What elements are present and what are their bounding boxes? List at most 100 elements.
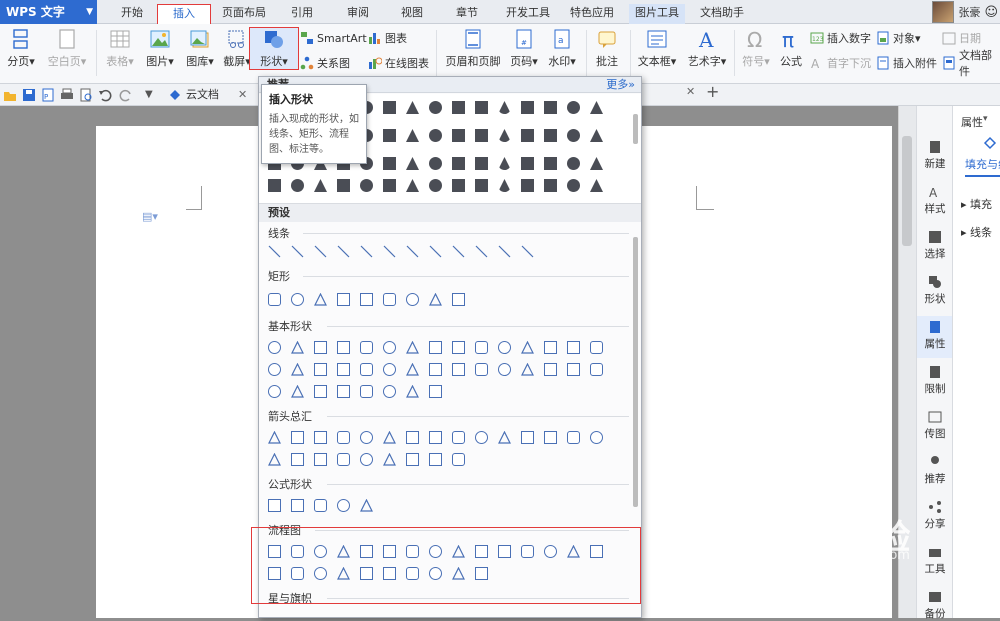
shape-option[interactable] <box>429 245 442 258</box>
shape-option[interactable] <box>452 245 465 258</box>
shape-option[interactable] <box>291 499 304 512</box>
shape-option[interactable] <box>475 341 488 354</box>
shape-option[interactable] <box>291 245 304 258</box>
chevron-down-icon[interactable]: ▾ <box>983 114 988 124</box>
avatar[interactable] <box>932 1 955 23</box>
shape-option[interactable] <box>429 363 442 376</box>
shape-option[interactable] <box>314 453 327 466</box>
shape-thumbnail[interactable] <box>544 101 557 114</box>
shape-option[interactable] <box>452 453 465 466</box>
shape-option[interactable] <box>268 245 281 258</box>
sidebar-item-style[interactable]: A 样式 <box>917 185 953 216</box>
shape-option[interactable] <box>360 453 373 466</box>
shape-thumbnail[interactable] <box>452 129 465 142</box>
shape-option[interactable] <box>360 363 373 376</box>
sidebar-item-backup[interactable]: 备份 <box>917 590 953 621</box>
shape-option[interactable] <box>452 341 465 354</box>
shape-option[interactable] <box>314 385 327 398</box>
shape-option[interactable] <box>383 341 396 354</box>
shape-option[interactable] <box>314 245 327 258</box>
chart-button[interactable]: 图表 <box>368 29 407 47</box>
shape-thumbnail[interactable] <box>498 179 511 192</box>
shape-option[interactable] <box>268 499 281 512</box>
shape-option[interactable] <box>314 341 327 354</box>
shape-option[interactable] <box>498 245 511 258</box>
shape-thumbnail[interactable] <box>590 157 603 170</box>
shape-option[interactable] <box>544 341 557 354</box>
shape-thumbnail[interactable] <box>475 179 488 192</box>
scroll-thumb[interactable] <box>633 114 638 144</box>
shape-thumbnail[interactable] <box>590 129 603 142</box>
date-button[interactable]: 日期 <box>942 29 981 47</box>
shape-option[interactable] <box>521 245 534 258</box>
shape-option[interactable] <box>291 384 304 398</box>
sidebar-item-select[interactable]: 选择 <box>917 230 953 261</box>
shape-option[interactable] <box>429 431 442 444</box>
shape-option[interactable] <box>567 431 580 444</box>
shape-thumbnail[interactable] <box>383 101 396 114</box>
shape-option[interactable] <box>360 293 373 306</box>
print-preview-icon[interactable] <box>79 88 93 102</box>
shape-thumbnail[interactable] <box>383 129 396 142</box>
shape-option[interactable] <box>406 362 419 376</box>
shape-thumbnail[interactable] <box>498 129 511 142</box>
wordart-button[interactable]: A 艺术字▾ <box>684 24 730 69</box>
tab-page-layout[interactable]: 页面布局 <box>219 4 269 24</box>
tab-chapter[interactable]: 章节 <box>452 4 482 24</box>
shape-option[interactable] <box>498 430 511 444</box>
shape-option[interactable] <box>521 362 534 376</box>
shape-option[interactable] <box>268 385 281 398</box>
shape-option[interactable] <box>360 431 373 444</box>
shape-option[interactable] <box>521 340 534 354</box>
header-footer-button[interactable]: 页眉和页脚 <box>442 24 504 69</box>
shape-thumbnail[interactable] <box>544 179 557 192</box>
shape-thumbnail[interactable] <box>429 179 442 192</box>
undo-icon[interactable] <box>98 88 112 102</box>
shape-option[interactable] <box>383 452 396 466</box>
shape-option[interactable] <box>383 293 396 306</box>
new-tab-icon[interactable]: + <box>706 82 719 101</box>
close-icon[interactable]: ✕ <box>686 85 695 98</box>
screenshot-button[interactable]: 截屏▾ <box>222 24 252 69</box>
shape-option[interactable] <box>337 453 350 466</box>
tab-picture-tools[interactable]: 图片工具 <box>629 4 685 24</box>
shape-option[interactable] <box>590 431 603 444</box>
shape-option[interactable] <box>452 431 465 444</box>
shape-thumbnail[interactable] <box>521 101 534 114</box>
shape-button[interactable]: 形状▾ <box>252 24 296 69</box>
shape-option[interactable] <box>452 363 465 376</box>
watermark-button[interactable]: a 水印▾ <box>544 24 580 69</box>
shape-option[interactable] <box>406 384 419 398</box>
shape-thumbnail[interactable] <box>567 179 580 192</box>
shape-option[interactable] <box>337 385 350 398</box>
line-section-toggle[interactable]: ▸ 线条 <box>961 224 992 240</box>
sidebar-item-shape[interactable]: 形状 <box>917 275 953 306</box>
table-button[interactable]: 表格▾ <box>102 24 138 69</box>
print-icon[interactable] <box>60 88 74 102</box>
shape-option[interactable] <box>268 341 281 354</box>
tab-developer[interactable]: 开发工具 <box>503 4 553 24</box>
attachment-button[interactable]: 插入附件 <box>876 54 937 72</box>
shape-option[interactable] <box>268 452 281 466</box>
more-link[interactable]: 更多» <box>606 77 635 93</box>
textbox-button[interactable]: 文本框▾ <box>634 24 680 69</box>
shape-option[interactable] <box>314 499 327 512</box>
shape-option[interactable] <box>567 363 580 376</box>
shape-thumbnail[interactable] <box>521 179 534 192</box>
tab-fill-and-line[interactable]: 填充与线条 <box>965 156 1000 177</box>
shape-thumbnail[interactable] <box>383 157 396 170</box>
shape-thumbnail[interactable] <box>521 157 534 170</box>
tab-special[interactable]: 特色应用 <box>566 4 618 24</box>
save-icon[interactable] <box>22 88 36 102</box>
export-icon[interactable]: P <box>41 88 55 102</box>
redo-icon[interactable] <box>119 88 133 102</box>
shape-option[interactable] <box>314 363 327 376</box>
shape-option[interactable] <box>383 245 396 258</box>
tab-start[interactable]: 开始 <box>117 4 147 24</box>
shape-thumbnail[interactable] <box>360 179 373 192</box>
shape-option[interactable] <box>452 293 465 306</box>
shape-option[interactable] <box>291 453 304 466</box>
sidebar-item-share[interactable]: 分享 <box>917 500 953 531</box>
shape-option[interactable] <box>590 363 603 376</box>
close-icon[interactable]: ✕ <box>238 84 247 106</box>
